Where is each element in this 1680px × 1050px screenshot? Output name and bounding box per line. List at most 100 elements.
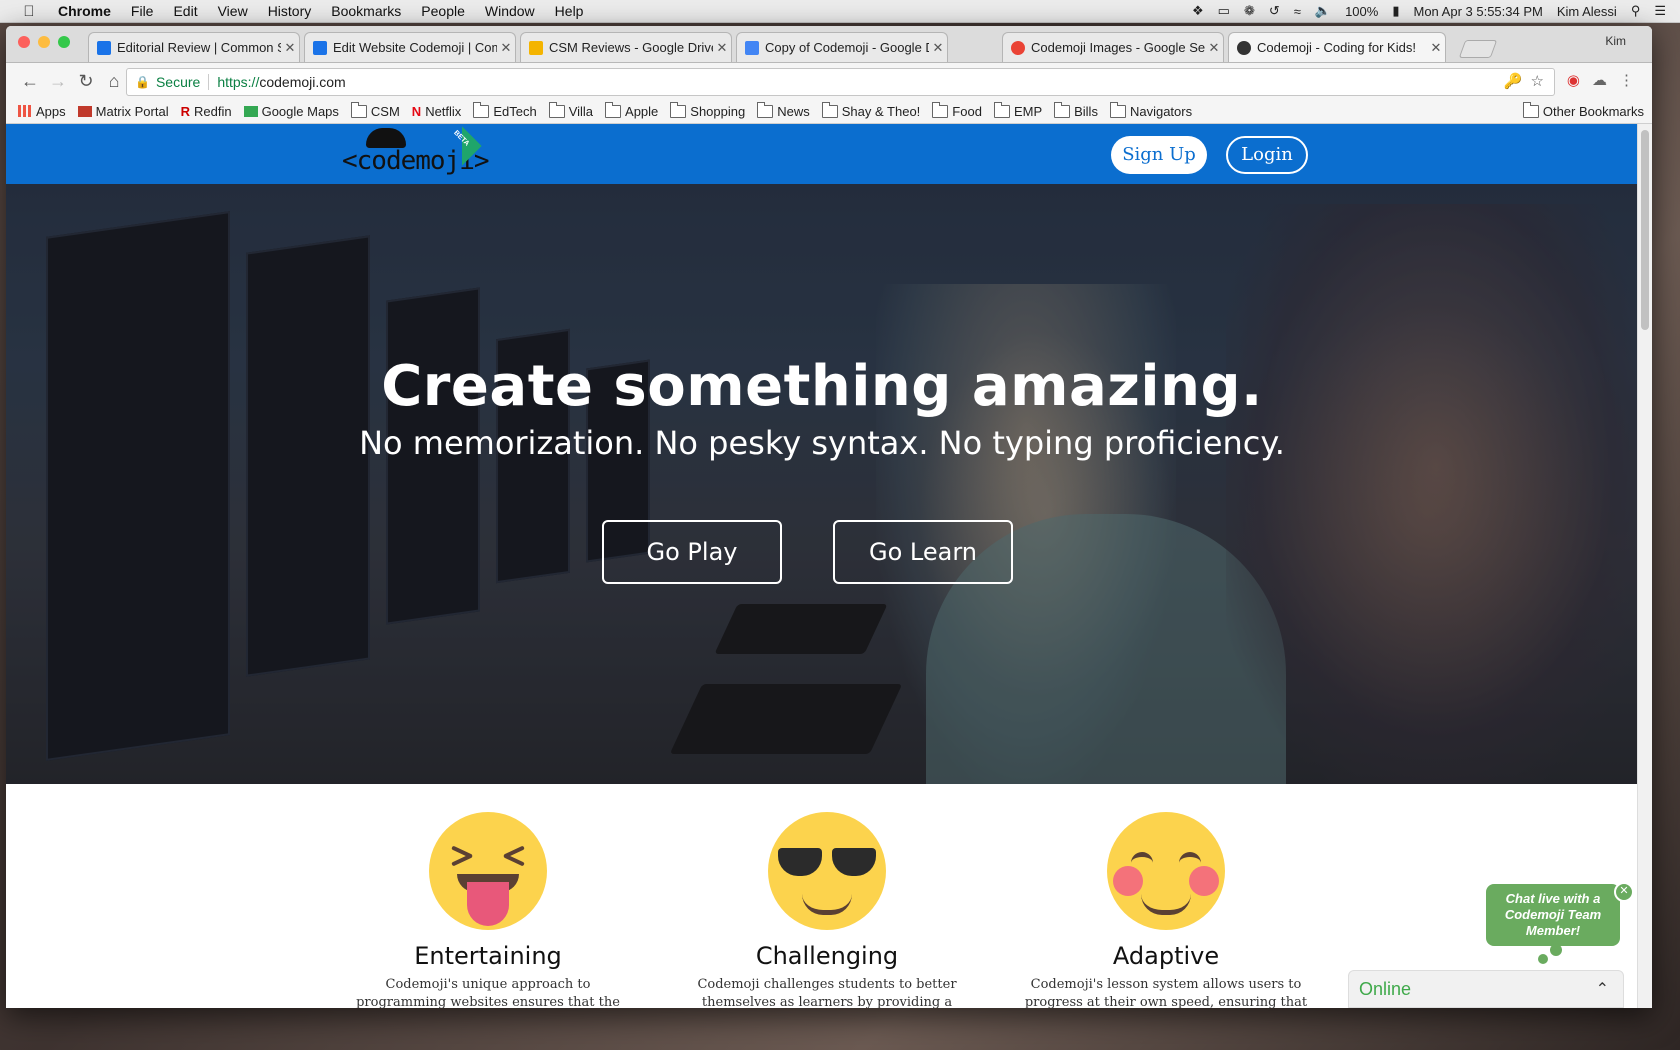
page-scrollbar[interactable] [1637, 124, 1652, 1008]
bookmark-netflix[interactable]: N Netflix [412, 104, 462, 119]
bookmark-bills[interactable]: Bills [1054, 101, 1098, 119]
tab-editorial-review[interactable]: Editorial Review | Common Se ✕ [88, 32, 300, 62]
bookmark-shay-theo[interactable]: Shay & Theo! [821, 101, 920, 119]
scrollbar-thumb[interactable] [1641, 130, 1649, 330]
menu-bookmarks[interactable]: Bookmarks [331, 3, 401, 19]
google-icon [1011, 40, 1025, 55]
feature-description: Codemoji challenges students to better t… [697, 977, 957, 1008]
extension-abp-icon[interactable]: ◉ [1567, 71, 1580, 89]
menu-file[interactable]: File [131, 3, 154, 19]
wifi-icon[interactable]: ≈ [1294, 4, 1301, 19]
bluetooth-icon[interactable]: ❁ [1244, 3, 1255, 19]
menu-help[interactable]: Help [555, 3, 584, 19]
emoji-smile [802, 894, 852, 915]
menu-edit[interactable]: Edit [173, 3, 197, 19]
home-icon[interactable]: ⌂ [100, 71, 128, 92]
extension-cloud-icon[interactable]: ☁ [1592, 71, 1607, 89]
bookmark-villa[interactable]: Villa [548, 101, 593, 119]
user-name[interactable]: Kim Alessi [1557, 4, 1617, 19]
omnibox-separator [208, 74, 210, 90]
login-button[interactable]: Login [1226, 136, 1308, 174]
forward-arrow-icon[interactable]: → [44, 71, 72, 92]
zoom-window-icon[interactable] [58, 36, 70, 48]
profile-button[interactable]: Kim [1605, 34, 1626, 48]
chat-bubble-tail [1538, 954, 1548, 964]
chat-status-bar[interactable]: Online ⌃ [1348, 970, 1624, 1008]
tab-edit-website[interactable]: Edit Website Codemoji | Comm ✕ [304, 32, 516, 62]
go-learn-button[interactable]: Go Learn [833, 520, 1013, 584]
tab-close-icon[interactable]: ✕ [1427, 40, 1445, 56]
bookmark-star-icon[interactable]: ☆ [1531, 73, 1544, 90]
battery-icon[interactable]: ▮ [1392, 3, 1399, 19]
address-bar[interactable]: 🔒 Secure https:// codemoji.com 🔑 ☆ [126, 68, 1555, 96]
folder-icon [1054, 101, 1071, 118]
tab-strip: Editorial Review | Common Se ✕ Edit Webs… [6, 26, 1652, 63]
minimize-window-icon[interactable] [38, 36, 50, 48]
bookmark-emp[interactable]: EMP [993, 101, 1042, 119]
other-bookmarks[interactable]: Other Bookmarks [1522, 101, 1644, 119]
tab-title: Edit Website Codemoji | Comm [333, 40, 497, 55]
tab-favicon-icon [97, 40, 111, 55]
bookmark-news[interactable]: News [757, 101, 810, 119]
chat-close-icon[interactable]: ✕ [1614, 882, 1634, 902]
menu-view[interactable]: View [218, 3, 248, 19]
menu-people[interactable]: People [421, 3, 465, 19]
menu-status-area: ❖ ▭ ❁ ↺ ≈ 🔈 100% ▮ Mon Apr 3 5:55:34 PM … [1192, 0, 1680, 22]
bookmark-food[interactable]: Food [932, 101, 982, 119]
battery-percent[interactable]: 100% [1345, 4, 1378, 19]
tab-csm-reviews[interactable]: CSM Reviews - Google Drive ✕ [520, 32, 732, 62]
folder-icon [670, 101, 687, 118]
close-window-icon[interactable] [18, 36, 30, 48]
bookmark-navigators[interactable]: Navigators [1109, 101, 1193, 119]
dropbox-icon[interactable]: ❖ [1192, 3, 1204, 19]
feature-entertaining: Entertaining Codemoji's unique approach … [338, 784, 638, 1008]
bookmark-apple[interactable]: Apple [605, 101, 658, 119]
chrome-menu-icon[interactable]: ⋮ [1619, 71, 1634, 89]
bookmark-redfin[interactable]: R Redfin [181, 104, 232, 119]
menu-window[interactable]: Window [485, 3, 535, 19]
bookmark-label: Navigators [1129, 103, 1193, 119]
google-docs-icon [745, 40, 759, 55]
bookmark-apps[interactable]: Apps [18, 104, 66, 119]
feature-title: Challenging [755, 942, 899, 970]
bookmark-google-maps[interactable]: Google Maps [243, 104, 339, 119]
new-tab-button[interactable] [1458, 40, 1498, 58]
tab-codemoji-active[interactable]: Codemoji - Coding for Kids! ✕ [1228, 32, 1446, 62]
bookmark-matrix-portal[interactable]: Matrix Portal [77, 104, 169, 119]
panda-logo-icon [366, 128, 406, 148]
apps-grid-icon [18, 105, 32, 117]
tab-title: Codemoji Images - Google Sea [1031, 40, 1205, 55]
sign-up-button[interactable]: Sign Up [1111, 136, 1207, 174]
tab-close-icon[interactable]: ✕ [497, 40, 515, 56]
go-play-button[interactable]: Go Play [602, 520, 782, 584]
bookmark-edtech[interactable]: EdTech [473, 101, 537, 119]
url-scheme: https:// [217, 74, 260, 90]
airplay-icon[interactable]: ▭ [1218, 3, 1230, 19]
apple-icon[interactable]:  [18, 3, 40, 20]
blushing-emoji-icon [1107, 812, 1225, 930]
bookmark-label: Shopping [690, 103, 746, 119]
tab-codemoji-images[interactable]: Codemoji Images - Google Sea ✕ [1002, 32, 1224, 62]
site-header: <codemoji> BETA Sign Up Login [6, 124, 1638, 184]
menu-history[interactable]: History [268, 3, 312, 19]
chevron-up-icon[interactable]: ⌃ [1596, 979, 1609, 999]
menu-app-name[interactable]: Chrome [58, 3, 111, 19]
bookmark-csm[interactable]: CSM [350, 101, 400, 119]
key-icon[interactable]: 🔑 [1504, 73, 1523, 90]
tab-close-icon[interactable]: ✕ [1205, 40, 1223, 56]
chat-invite-bubble[interactable]: Chat live with a Codemoji Team Member! [1486, 884, 1620, 946]
notification-center-icon[interactable]: ☰ [1654, 3, 1666, 19]
reload-icon[interactable]: ↻ [72, 71, 100, 92]
tab-close-icon[interactable]: ✕ [929, 40, 947, 56]
back-arrow-icon[interactable]: ← [16, 71, 44, 92]
spotlight-icon[interactable]: ⚲ [1631, 3, 1641, 19]
clock[interactable]: Mon Apr 3 5:55:34 PM [1413, 4, 1542, 19]
tab-close-icon[interactable]: ✕ [713, 40, 731, 56]
tab-copy-of-codemoji[interactable]: Copy of Codemoji - Google Do ✕ [736, 32, 948, 62]
codemoji-logo[interactable]: <codemoji> BETA [336, 128, 490, 182]
folder-icon [605, 101, 622, 118]
time-machine-icon[interactable]: ↺ [1269, 3, 1280, 19]
volume-icon[interactable]: 🔈 [1315, 3, 1331, 19]
bookmark-shopping[interactable]: Shopping [670, 101, 746, 119]
tab-close-icon[interactable]: ✕ [281, 40, 299, 56]
